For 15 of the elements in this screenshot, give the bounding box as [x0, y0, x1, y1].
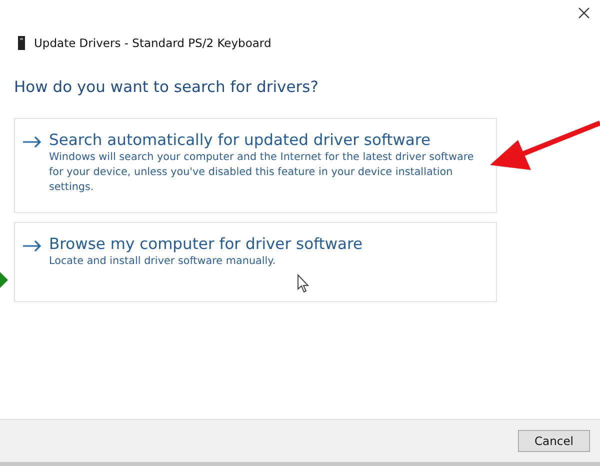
option-description: Windows will search your computer and the Internet for the latest driver software for your device, unless you've disabled this feature in your device installation settings.: [49, 150, 475, 195]
page-heading: How do you want to search for drivers?: [13, 77, 320, 96]
option-card[interactable]: Browse my computer for driver software Locate and install driver software manually.: [14, 222, 497, 302]
cancel-button[interactable]: Cancel: [518, 430, 590, 452]
window-title: Update Drivers - Standard PS/2 Keyboard: [34, 36, 272, 50]
arrow-icon: [22, 136, 42, 148]
option-title: Search automatically for updated driver software: [49, 131, 432, 149]
option-description: Locate and install driver software manually.: [49, 254, 277, 269]
option-title: Browse my computer for driver software: [49, 235, 363, 253]
option-card[interactable]: [14, 118, 497, 213]
annotation-arrow: [0, 272, 8, 288]
mouse-cursor-icon: [297, 274, 310, 293]
arrow-icon: [22, 240, 42, 252]
keyboard-device-icon: [18, 36, 25, 50]
close-icon[interactable]: [578, 7, 590, 19]
